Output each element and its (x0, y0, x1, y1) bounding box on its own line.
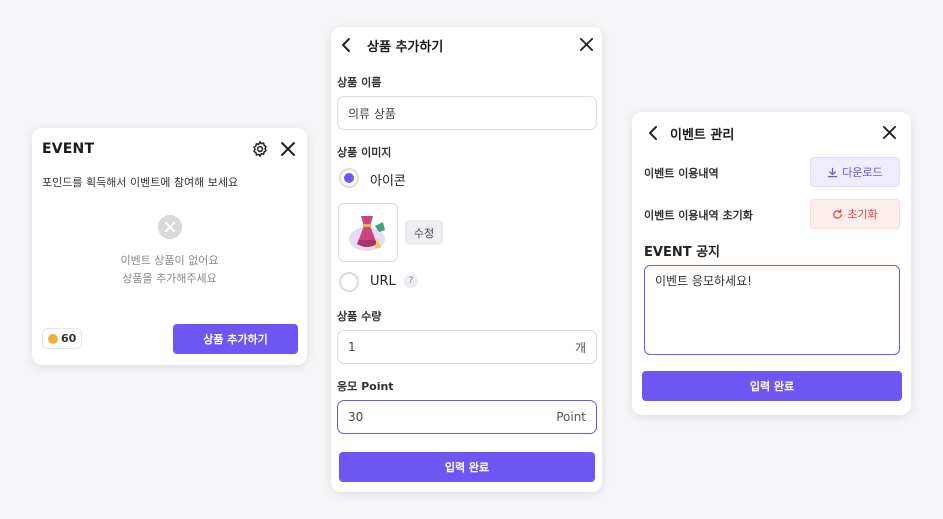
add-product-card: 상품 추가하기 상품 이름 의류 상품 상품 이미지 아이콘 수정 URL ? … (331, 27, 602, 492)
entry-point-unit: Point (556, 410, 586, 424)
radio-url-label: URL (370, 274, 396, 289)
product-name-value: 의류 상품 (348, 106, 396, 121)
event-card-title: EVENT (42, 141, 95, 157)
close-icon[interactable] (280, 141, 296, 157)
event-card: EVENT 포인드를 획득해서 이벤트에 참여해 보세요 이벤트 상품이 없어요… (32, 128, 307, 365)
radio-url-option[interactable] (339, 272, 359, 292)
back-icon[interactable] (339, 37, 355, 53)
radio-icon-option[interactable] (339, 168, 359, 188)
entry-point-input[interactable]: 30 Point (337, 400, 597, 434)
product-image-label: 상품 이미지 (337, 146, 392, 159)
quantity-label: 상품 수량 (337, 310, 382, 323)
points-value: 60 (61, 332, 77, 345)
notice-title: EVENT 공지 (644, 245, 721, 260)
edit-image-button[interactable]: 수정 (405, 220, 443, 245)
product-name-input[interactable]: 의류 상품 (337, 96, 597, 130)
gear-icon[interactable] (251, 140, 269, 158)
submit-button[interactable]: 입력 완료 (642, 371, 902, 401)
close-icon[interactable] (579, 37, 594, 52)
back-icon[interactable] (646, 125, 662, 141)
help-icon[interactable]: ? (404, 274, 418, 288)
quantity-value: 1 (348, 340, 356, 354)
reset-label: 초기화 (847, 208, 878, 221)
product-name-label: 상품 이름 (337, 76, 382, 89)
submit-button[interactable]: 입력 완료 (339, 452, 595, 482)
coin-icon (48, 333, 58, 344)
add-product-button[interactable]: 상품 추가하기 (173, 324, 298, 354)
quantity-input[interactable]: 1 개 (337, 330, 597, 364)
dress-icon (349, 216, 385, 251)
download-label: 다운로드 (842, 166, 883, 179)
radio-icon-label: 아이콘 (370, 174, 406, 189)
points-badge: 60 (42, 328, 83, 349)
download-button[interactable]: 다운로드 (810, 157, 900, 187)
entry-point-label: 응모 Point (337, 380, 394, 393)
event-manage-title: 이벤트 관리 (670, 128, 735, 143)
download-icon (827, 167, 838, 177)
empty-message-line2: 상품을 추가해주세요 (122, 272, 217, 285)
close-icon[interactable] (882, 125, 897, 140)
empty-x-icon (158, 215, 182, 239)
product-image-preview (338, 203, 398, 262)
refresh-icon (833, 208, 843, 219)
event-manage-card: 이벤트 관리 이벤트 이용내역 다운로드 이벤트 이용내역 초기화 초기화 EV… (632, 112, 911, 415)
history-label: 이벤트 이용내역 (644, 167, 719, 180)
entry-point-value: 30 (348, 410, 364, 424)
reset-button[interactable]: 초기화 (810, 199, 900, 229)
reset-history-label: 이벤트 이용내역 초기화 (644, 209, 753, 222)
notice-textarea[interactable]: 이벤트 응모하세요! (644, 265, 900, 355)
event-description: 포인드를 획득해서 이벤트에 참여해 보세요 (42, 176, 239, 189)
quantity-unit: 개 (574, 340, 586, 355)
add-product-title: 상품 추가하기 (367, 40, 444, 55)
empty-message-line1: 이벤트 상품이 없어요 (120, 254, 219, 267)
